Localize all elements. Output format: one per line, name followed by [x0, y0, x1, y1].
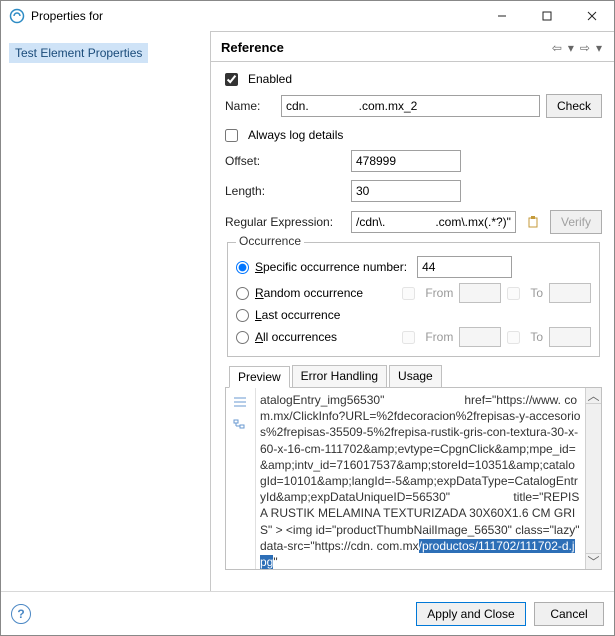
random-from-box	[459, 283, 501, 303]
all-from-checkbox	[402, 331, 415, 344]
from-label-2: From	[425, 330, 453, 344]
maximize-button[interactable]	[524, 1, 569, 31]
verify-button[interactable]: Verify	[550, 210, 602, 234]
offset-label: Offset:	[225, 154, 345, 168]
all-occurrences-radio[interactable]	[236, 331, 249, 344]
close-button[interactable]	[569, 1, 614, 31]
window-title: Properties for	[31, 9, 479, 23]
clipboard-icon[interactable]	[522, 211, 544, 233]
offset-input[interactable]	[351, 150, 461, 172]
help-icon[interactable]: ?	[11, 604, 31, 624]
panel-heading: Reference	[221, 40, 550, 55]
heading-nav-arrows: ⇦▾ ⇨▾	[550, 41, 604, 55]
enabled-checkbox[interactable]	[225, 73, 238, 86]
name-label: Name:	[225, 99, 275, 113]
occurrence-group: Occurrence SSpecific occurrence number:p…	[227, 242, 600, 357]
scroll-down-icon[interactable]: ﹀	[586, 553, 601, 569]
preview-text-1a: atalogEntry_img56530"	[260, 393, 384, 407]
from-label-1: From	[425, 286, 453, 300]
nav-forward-menu-icon[interactable]: ▾	[594, 41, 604, 55]
regex-label: Regular Expression:	[225, 215, 345, 229]
nav-item-test-element-properties[interactable]: Test Element Properties	[9, 43, 148, 63]
all-from-box	[459, 327, 501, 347]
name-input[interactable]	[281, 95, 540, 117]
specific-occurrence-label: SSpecific occurrence number:pecific occu…	[255, 260, 407, 274]
specific-occurrence-input[interactable]	[417, 256, 512, 278]
preview-text-1b: href="https://www.	[464, 393, 561, 407]
nav-back-icon[interactable]: ⇦	[550, 41, 564, 55]
always-log-checkbox[interactable]	[225, 129, 238, 142]
length-label: Length:	[225, 184, 345, 198]
length-input[interactable]	[351, 180, 461, 202]
apply-and-close-button[interactable]: Apply and Close	[416, 602, 526, 626]
check-button[interactable]: Check	[546, 94, 602, 118]
regex-input[interactable]	[351, 211, 516, 233]
preview-panel: atalogEntry_img56530" href="https://www.…	[225, 388, 602, 570]
all-to-box	[549, 327, 591, 347]
random-occurrence-label: Random occurrence	[255, 286, 363, 300]
tab-bar: Preview Error Handling Usage	[225, 365, 602, 388]
window-titlebar: Properties for	[1, 1, 614, 31]
random-to-box	[549, 283, 591, 303]
specific-occurrence-radio[interactable]	[236, 261, 249, 274]
cancel-button[interactable]: Cancel	[534, 602, 604, 626]
random-from-checkbox	[402, 287, 415, 300]
preview-scrollbar[interactable]: ︿ ﹀	[585, 388, 601, 569]
app-icon	[9, 8, 25, 24]
tab-usage[interactable]: Usage	[389, 365, 442, 387]
preview-text-tail: "	[273, 555, 277, 569]
tab-preview[interactable]: Preview	[229, 366, 290, 388]
occurrence-group-label: Occurrence	[236, 234, 304, 248]
bottom-bar: ? Apply and Close Cancel	[1, 591, 614, 636]
last-occurrence-radio[interactable]	[236, 309, 249, 322]
nav-forward-icon[interactable]: ⇨	[578, 41, 592, 55]
random-occurrence-radio[interactable]	[236, 287, 249, 300]
last-occurrence-label: Last occurrence	[255, 308, 340, 322]
preview-text-2: com.mx/ClickInfo?URL=%2fdecoracion%2frep…	[260, 393, 580, 504]
all-occurrences-label: All occurrences	[255, 330, 337, 344]
enabled-label: Enabled	[248, 72, 292, 86]
nav-back-menu-icon[interactable]: ▾	[566, 41, 576, 55]
left-nav: Test Element Properties	[1, 31, 210, 591]
preview-side-toolbar	[226, 388, 256, 569]
random-to-checkbox	[507, 287, 520, 300]
tab-error-handling[interactable]: Error Handling	[292, 365, 387, 387]
all-to-checkbox	[507, 331, 520, 344]
scroll-up-icon[interactable]: ︿	[586, 388, 601, 404]
tree-view-icon[interactable]	[232, 418, 248, 434]
minimize-button[interactable]	[479, 1, 524, 31]
to-label-2: To	[530, 330, 543, 344]
always-log-label: Always log details	[248, 128, 343, 142]
list-view-icon[interactable]	[232, 394, 248, 410]
to-label-1: To	[530, 286, 543, 300]
form-area: Enabled Name: Check Always log details O…	[211, 62, 614, 574]
preview-body[interactable]: atalogEntry_img56530" href="https://www.…	[256, 388, 585, 569]
